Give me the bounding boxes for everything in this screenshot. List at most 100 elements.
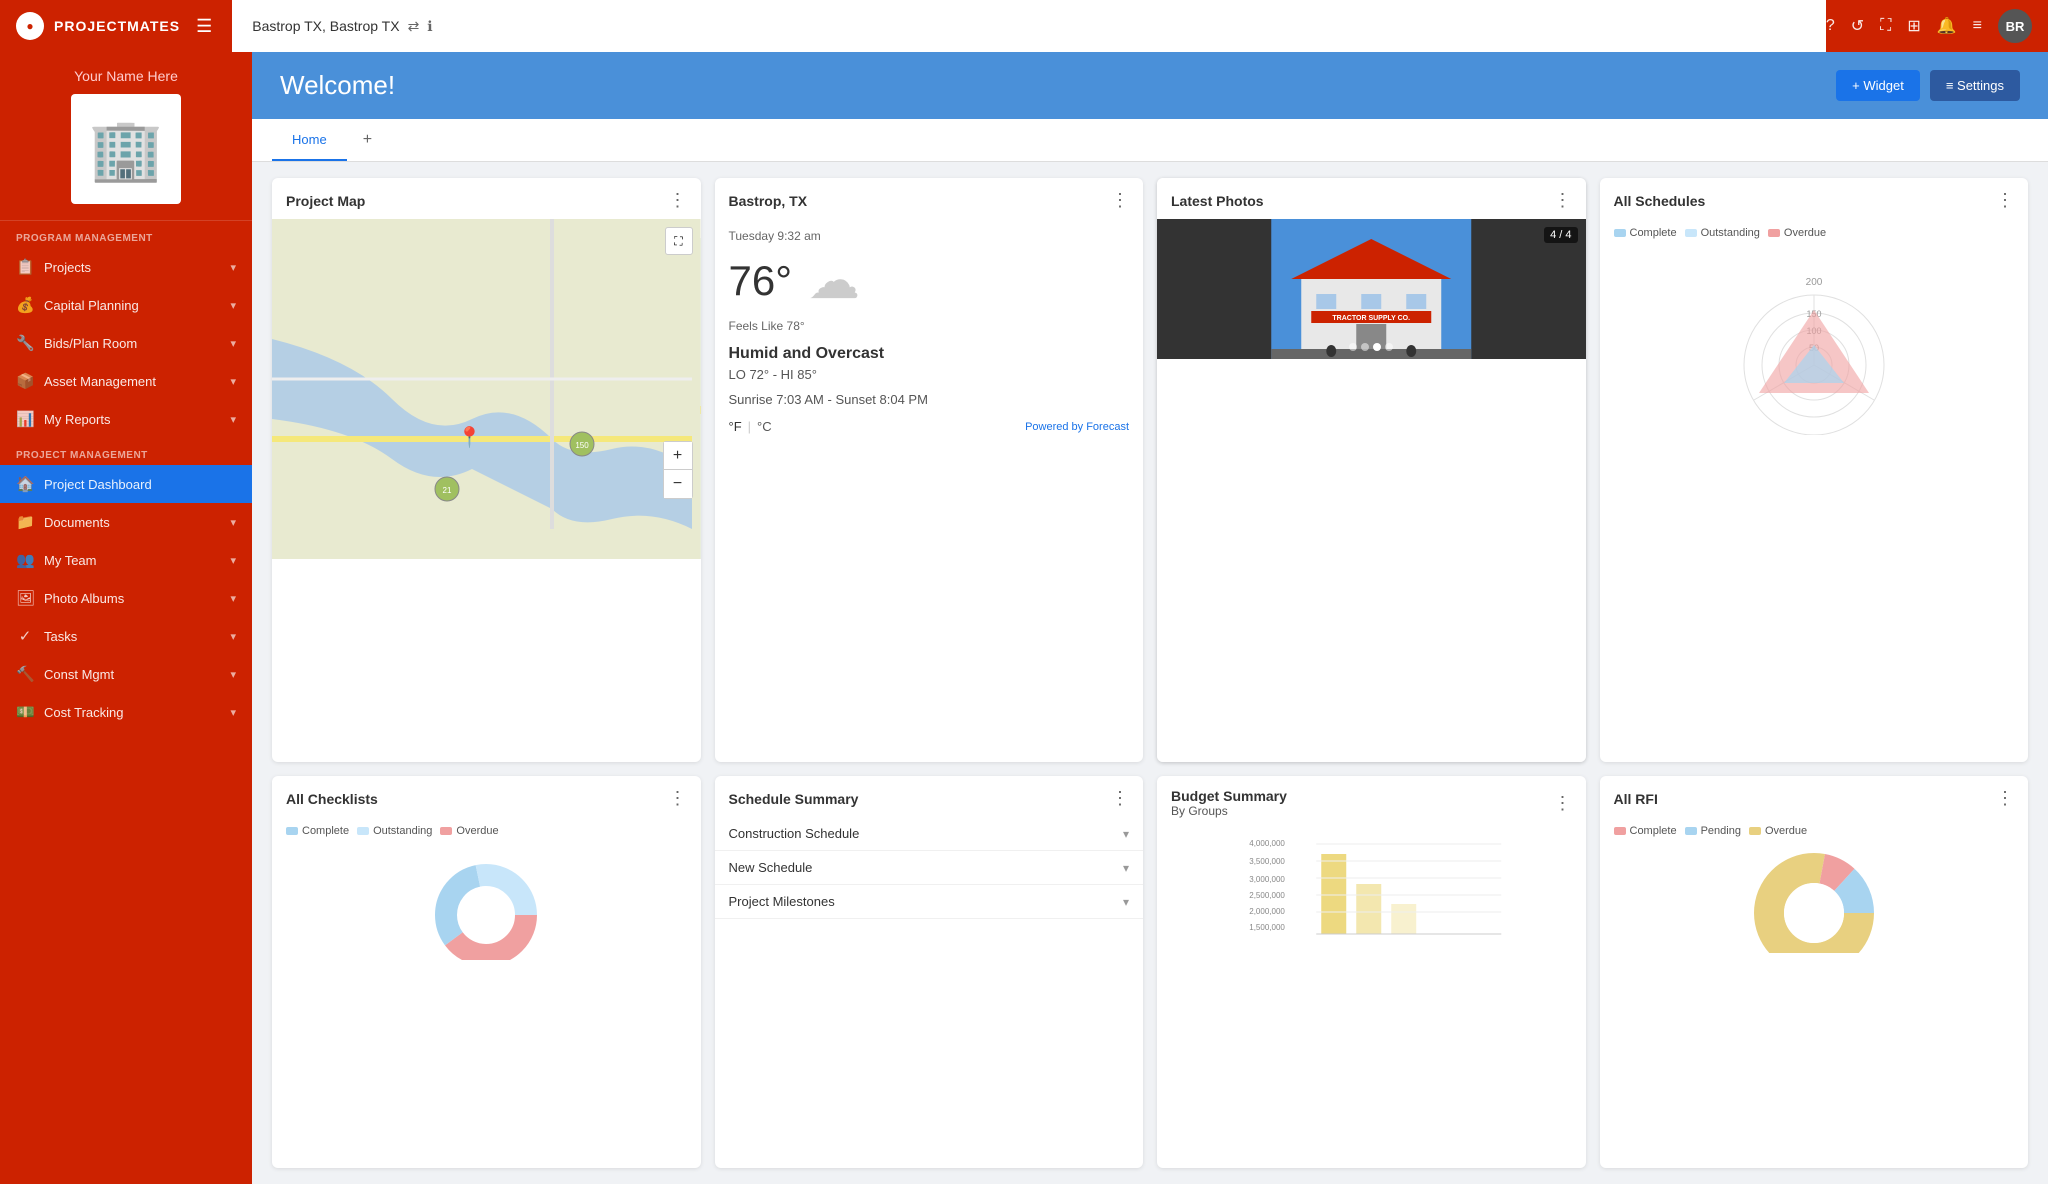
sidebar-item-reports[interactable]: 📊 My Reports ▾ xyxy=(0,400,252,438)
sidebar-item-tasks[interactable]: ✓ Tasks ▾ xyxy=(0,617,252,655)
photos-icon: 🖼 xyxy=(16,589,34,607)
documents-icon: 📁 xyxy=(16,513,34,531)
projects-icon: 📋 xyxy=(16,258,34,276)
list-icon[interactable]: ≡ xyxy=(1973,17,1982,35)
chevron-icon: ▾ xyxy=(230,375,236,388)
photos-card-menu[interactable]: ⋮ xyxy=(1554,190,1572,211)
team-icon: 👥 xyxy=(16,551,34,569)
weather-cloud-icon: ☁ xyxy=(808,251,860,311)
chevron-icon: ▾ xyxy=(230,706,236,719)
cost-tracking-icon: 💵 xyxy=(16,703,34,721)
schedules-radar-chart: 200 150 100 50 xyxy=(1600,247,2029,443)
svg-text:4,000,000: 4,000,000 xyxy=(1249,839,1285,848)
add-tab-button[interactable]: + xyxy=(347,119,388,161)
checklists-card-menu[interactable]: ⋮ xyxy=(669,788,687,809)
fahrenheit-button[interactable]: °F xyxy=(729,419,742,434)
map-svg: 150 21 📍 xyxy=(272,219,701,559)
weather-card-menu[interactable]: ⋮ xyxy=(1111,190,1129,211)
budget-bar-svg: 4,000,000 3,500,000 3,000,000 2,500,000 … xyxy=(1171,834,1572,944)
checklists-legend: Complete Outstanding Overdue xyxy=(272,817,701,845)
rfi-card-menu[interactable]: ⋮ xyxy=(1996,788,2014,809)
reports-icon: 📊 xyxy=(16,410,34,428)
sidebar-item-photos[interactable]: 🖼 Photo Albums ▾ xyxy=(0,579,252,617)
content-header: Welcome! + Widget ≡ Settings xyxy=(252,52,2048,119)
outstanding-dot xyxy=(1685,229,1697,237)
map-card-title: Project Map xyxy=(286,193,365,209)
info-icon[interactable]: ℹ xyxy=(427,18,432,35)
zoom-out-button[interactable]: − xyxy=(664,470,692,498)
add-widget-button[interactable]: + Widget xyxy=(1836,70,1920,101)
complete-label: Complete xyxy=(1630,227,1677,239)
project-selector[interactable]: Bastrop TX, Bastrop TX ⇄ ℹ xyxy=(232,0,1826,52)
photos-title: Latest Photos xyxy=(1171,193,1264,209)
profile-name: Your Name Here xyxy=(16,68,236,84)
settings-button[interactable]: ≡ Settings xyxy=(1930,70,2020,101)
refresh-icon[interactable]: ↺ xyxy=(1851,16,1864,36)
zoom-in-button[interactable]: + xyxy=(664,442,692,470)
sidebar-item-dashboard[interactable]: 🏠 Project Dashboard xyxy=(0,465,252,503)
profile-image: 🏢 xyxy=(71,94,181,204)
rfi-complete-label: Complete xyxy=(1630,825,1677,837)
dashboard-icon: 🏠 xyxy=(16,475,34,493)
weather-date: Tuesday 9:32 am xyxy=(729,229,1130,243)
user-avatar[interactable]: BR xyxy=(1998,9,2032,43)
svg-text:📍: 📍 xyxy=(457,425,482,449)
schedule-item-milestones[interactable]: Project Milestones ▾ xyxy=(715,885,1144,919)
schedule-summary-menu[interactable]: ⋮ xyxy=(1111,788,1129,809)
checklists-card-header: All Checklists ⋮ xyxy=(272,776,701,817)
map-expand-button[interactable]: ⛶ xyxy=(665,227,693,255)
all-schedules-card: All Schedules ⋮ Complete Outstanding Ove… xyxy=(1600,178,2029,762)
budget-title-group: Budget Summary By Groups xyxy=(1171,788,1287,818)
bell-icon[interactable]: 🔔 xyxy=(1937,16,1957,36)
filter-icon[interactable]: ⊞ xyxy=(1907,16,1920,36)
sidebar-item-team[interactable]: 👥 My Team ▾ xyxy=(0,541,252,579)
powered-by-label: Powered by Forecast xyxy=(1025,421,1129,433)
budget-card-menu[interactable]: ⋮ xyxy=(1554,793,1572,814)
schedule-item-construction[interactable]: Construction Schedule ▾ xyxy=(715,817,1144,851)
hamburger-icon[interactable]: ☰ xyxy=(196,16,212,37)
checklist-overdue-label: Overdue xyxy=(456,825,498,837)
weather-feels-like: Feels Like 78° xyxy=(729,319,1130,333)
sidebar-item-asset[interactable]: 📦 Asset Management ▾ xyxy=(0,362,252,400)
all-rfi-card: All RFI ⋮ Complete Pending Overdue xyxy=(1600,776,2029,1168)
tasks-icon: ✓ xyxy=(16,627,34,645)
checklists-title: All Checklists xyxy=(286,791,378,807)
sidebar-item-documents-label: Documents xyxy=(44,515,110,530)
map-zoom-controls: + − xyxy=(663,441,693,499)
sidebar-item-tasks-label: Tasks xyxy=(44,629,77,644)
tab-home[interactable]: Home xyxy=(272,120,347,161)
project-management-label: PROJECT MANAGEMENT xyxy=(0,438,252,465)
schedule-chevron-3: ▾ xyxy=(1123,895,1129,909)
photo-dot-1[interactable] xyxy=(1349,343,1357,351)
sidebar-item-projects[interactable]: 📋 Projects ▾ xyxy=(0,248,252,286)
rfi-donut-svg xyxy=(1734,853,1894,953)
schedule-item-new[interactable]: New Schedule ▾ xyxy=(715,851,1144,885)
capital-planning-icon: 💰 xyxy=(16,296,34,314)
schedules-card-menu[interactable]: ⋮ xyxy=(1996,190,2014,211)
celsius-button[interactable]: °C xyxy=(757,419,772,434)
checklist-legend-complete: Complete xyxy=(286,825,349,837)
budget-chart-area: 4,000,000 3,500,000 3,000,000 2,500,000 … xyxy=(1157,826,1586,957)
photo-svg: TRACTOR SUPPLY CO. xyxy=(1157,219,1586,359)
legend-overdue: Overdue xyxy=(1768,227,1826,239)
page-title: Welcome! xyxy=(280,70,395,101)
weather-range: LO 72° - HI 85° xyxy=(729,367,1130,382)
help-icon[interactable]: ? xyxy=(1826,17,1835,35)
expand-icon[interactable]: ⛶ xyxy=(1880,17,1891,35)
chevron-icon: ▾ xyxy=(230,337,236,350)
map-card-menu[interactable]: ⋮ xyxy=(669,190,687,211)
sidebar-item-dashboard-label: Project Dashboard xyxy=(44,477,152,492)
chevron-icon: ▾ xyxy=(230,554,236,567)
photo-dot-3[interactable] xyxy=(1373,343,1381,351)
checklist-outstanding-label: Outstanding xyxy=(373,825,432,837)
sidebar-item-const-mgmt[interactable]: 🔨 Const Mgmt ▾ xyxy=(0,655,252,693)
schedule-summary-title: Schedule Summary xyxy=(729,791,859,807)
sidebar-item-cost-tracking[interactable]: 💵 Cost Tracking ▾ xyxy=(0,693,252,731)
sidebar-item-bids[interactable]: 🔧 Bids/Plan Room ▾ xyxy=(0,324,252,362)
photo-dot-2[interactable] xyxy=(1361,343,1369,351)
sidebar-item-capital-planning[interactable]: 💰 Capital Planning ▾ xyxy=(0,286,252,324)
rfi-overdue-dot xyxy=(1749,827,1761,835)
dashboard-grid: Project Map ⋮ xyxy=(252,162,2048,1184)
photo-dot-4[interactable] xyxy=(1385,343,1393,351)
sidebar-item-documents[interactable]: 📁 Documents ▾ xyxy=(0,503,252,541)
